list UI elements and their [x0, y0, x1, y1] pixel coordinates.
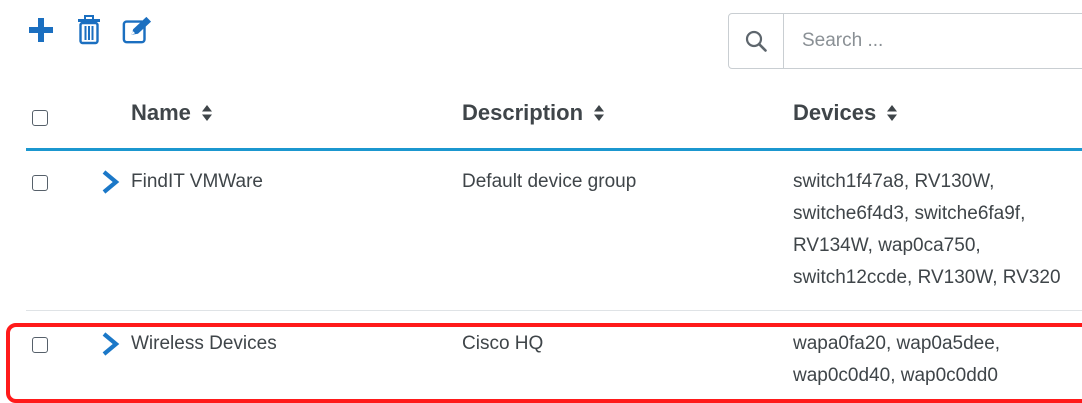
row-checkbox[interactable] — [32, 337, 48, 353]
search-icon[interactable] — [729, 14, 784, 68]
row-divider — [26, 310, 1082, 311]
edit-icon — [122, 16, 152, 44]
sort-icon — [201, 104, 213, 122]
header-divider — [26, 148, 1082, 151]
column-header-description[interactable]: Description — [462, 100, 605, 126]
column-header-label: Name — [131, 100, 191, 125]
trash-icon — [78, 15, 100, 45]
row-description: Cisco HQ — [462, 333, 544, 354]
chevron-right-icon[interactable] — [100, 170, 120, 194]
search-box — [728, 13, 1082, 69]
plus-icon — [29, 18, 53, 42]
device-list-line: switch1f47a8, RV130W, — [793, 171, 995, 192]
add-button[interactable] — [26, 14, 56, 46]
device-list-line: switche6f4d3, switche6fa9f, — [793, 203, 1026, 224]
row-name[interactable]: FindIT VMWare — [131, 166, 263, 198]
row-devices: wapa0fa20, wap0a5dee, wap0c0d40, wap0c0d… — [793, 328, 1000, 392]
search-input[interactable] — [784, 14, 1082, 68]
column-header-name[interactable]: Name — [131, 100, 213, 126]
row-checkbox[interactable] — [32, 175, 48, 191]
device-list-line: wap0c0d40, wap0c0dd0 — [793, 365, 998, 386]
select-all-checkbox[interactable] — [32, 110, 48, 126]
sort-icon — [886, 104, 898, 122]
row-devices: switch1f47a8, RV130W, switche6f4d3, swit… — [793, 166, 1061, 294]
column-header-label: Description — [462, 100, 584, 125]
edit-button[interactable] — [122, 14, 152, 46]
device-list-line: RV134W, wap0ca750, — [793, 235, 981, 256]
column-header-devices[interactable]: Devices — [793, 100, 898, 126]
device-list-line: wapa0fa20, wap0a5dee, — [793, 333, 1001, 354]
row-description: Default device group — [462, 171, 637, 192]
chevron-right-icon[interactable] — [100, 332, 120, 356]
row-name[interactable]: Wireless Devices — [131, 328, 277, 360]
toolbar — [26, 12, 152, 48]
column-header-label: Devices — [793, 100, 877, 125]
delete-button[interactable] — [74, 14, 104, 46]
device-list-line: switch12ccde, RV130W, RV320 — [793, 267, 1061, 288]
sort-icon — [593, 104, 605, 122]
